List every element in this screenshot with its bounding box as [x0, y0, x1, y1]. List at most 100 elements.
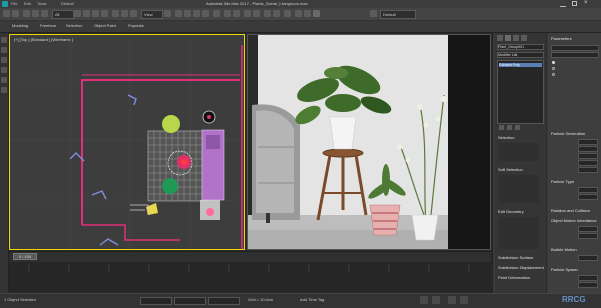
rollout-particle-generation[interactable]: Particle Generation: [551, 131, 585, 136]
menu-edit[interactable]: Edit: [24, 1, 31, 6]
show-end-result-icon[interactable]: [507, 125, 512, 130]
display-geometry-icon[interactable]: [1, 57, 7, 63]
redo-icon[interactable]: [12, 10, 19, 17]
tab-freeform[interactable]: Freeform: [40, 23, 56, 28]
rollout-particle-type[interactable]: Particle Type: [551, 179, 574, 184]
menu-workspace[interactable]: Default: [61, 1, 74, 6]
add-time-tag-button[interactable]: Add Time Tag: [300, 297, 324, 302]
remove-modifier-icon[interactable]: [515, 125, 520, 130]
camera-render-view[interactable]: [248, 35, 491, 250]
rollout-soft-selection[interactable]: Soft Selection: [498, 167, 523, 172]
percent-snap-icon[interactable]: [193, 10, 200, 17]
rollout-object-motion-inheritance[interactable]: Object Motion Inheritance: [551, 218, 597, 223]
next-frame-icon[interactable]: [460, 296, 468, 304]
top-viewport[interactable]: [+] [Top ] [Standard ] [Wireframe ]: [9, 34, 245, 250]
render-production-icon[interactable]: [313, 10, 320, 17]
tab-populate[interactable]: Populate: [128, 23, 144, 28]
auto-key-icon[interactable]: [420, 296, 428, 304]
display-cameras-icon[interactable]: [1, 77, 7, 83]
tab-modeling[interactable]: Modeling: [12, 23, 28, 28]
tab-object-paint[interactable]: Object Paint: [94, 23, 116, 28]
top-view-drawing[interactable]: [10, 35, 245, 250]
modifier-list-dropdown[interactable]: Modifier List: [497, 52, 544, 58]
window-crossing-icon[interactable]: [101, 10, 108, 17]
menu-file[interactable]: File: [11, 1, 17, 6]
material-editor-icon[interactable]: [284, 10, 291, 17]
set-key-icon[interactable]: [432, 296, 440, 304]
param-field-2[interactable]: [551, 52, 599, 58]
snap-toggle-icon[interactable]: [175, 10, 182, 17]
curve-editor-icon[interactable]: [264, 10, 271, 17]
camera-viewport[interactable]: [+] [Camera001 ] [Standard ] [Default Sh…: [247, 34, 491, 250]
tab-selection[interactable]: Selection: [66, 23, 82, 28]
select-scale-icon[interactable]: [130, 10, 137, 17]
coordinate-x-field[interactable]: [140, 297, 172, 305]
close-icon[interactable]: ×: [584, 0, 588, 6]
coordinate-y-field[interactable]: [174, 297, 206, 305]
time-slider-thumb[interactable]: 0 / 100: [13, 253, 37, 260]
play-icon[interactable]: [448, 296, 456, 304]
select-by-name-icon[interactable]: [83, 10, 90, 17]
bind-space-warp-icon[interactable]: [41, 10, 48, 17]
select-move-icon[interactable]: [112, 10, 119, 17]
workspace-icon[interactable]: [370, 10, 377, 17]
spinner-field-9[interactable]: [578, 233, 598, 239]
spinner-field-2[interactable]: [578, 146, 598, 152]
minimize-icon[interactable]: [560, 1, 566, 7]
scene-explorer-icon[interactable]: [244, 10, 251, 17]
spinner-snap-icon[interactable]: [202, 10, 209, 17]
spinner-field-4[interactable]: [578, 160, 598, 166]
radio-option-2[interactable]: [552, 67, 555, 70]
spinner-field-3[interactable]: [578, 153, 598, 159]
select-rotate-icon[interactable]: [121, 10, 128, 17]
mirror-icon[interactable]: [224, 10, 231, 17]
rollout-selection[interactable]: Selection: [498, 135, 514, 140]
unlink-icon[interactable]: [32, 10, 39, 17]
modifier-stack-item[interactable]: Editable Poly: [499, 63, 542, 67]
align-icon[interactable]: [233, 10, 240, 17]
motion-tab-icon[interactable]: [521, 35, 527, 41]
radio-option-1[interactable]: [552, 61, 555, 64]
spinner-field-7[interactable]: [578, 194, 598, 200]
layer-explorer-icon[interactable]: [253, 10, 260, 17]
spinner-field-5[interactable]: [578, 167, 598, 173]
scene-explorer-toggle-icon[interactable]: [1, 37, 7, 43]
rollout-particle-spawn[interactable]: Particle Spawn: [551, 267, 578, 272]
maximize-icon[interactable]: [572, 1, 577, 6]
rollout-paint-deformation[interactable]: Paint Deformation: [498, 275, 530, 280]
reference-coordinate-dropdown[interactable]: View: [141, 10, 163, 19]
spinner-field-12[interactable]: [578, 282, 598, 288]
display-helpers-icon[interactable]: [1, 87, 7, 93]
rollout-subdivision-surface[interactable]: Subdivision Surface: [498, 255, 533, 260]
rendered-frame-window-icon[interactable]: [304, 10, 311, 17]
radio-option-3[interactable]: [552, 73, 555, 76]
select-object-icon[interactable]: [74, 10, 81, 17]
schematic-view-icon[interactable]: [273, 10, 280, 17]
object-name-field[interactable]: Plant_Group001: [497, 44, 544, 50]
modifier-stack-list[interactable]: Editable Poly: [497, 60, 544, 124]
spinner-field-8[interactable]: [578, 226, 598, 232]
param-field-1[interactable]: [551, 45, 599, 51]
rectangular-selection-icon[interactable]: [92, 10, 99, 17]
selection-filter-dropdown[interactable]: All: [52, 10, 74, 19]
display-lights-icon[interactable]: [1, 67, 7, 73]
pivot-center-icon[interactable]: [164, 10, 171, 17]
angle-snap-icon[interactable]: [184, 10, 191, 17]
pin-stack-icon[interactable]: [499, 125, 504, 130]
track-bar[interactable]: [9, 262, 491, 292]
menu-tools[interactable]: Tools: [37, 1, 46, 6]
rollout-edit-geometry[interactable]: Edit Geometry: [498, 209, 524, 214]
app-logo-icon[interactable]: [2, 1, 8, 7]
rollout-subdivision-displacement[interactable]: Subdivision Displacement: [498, 265, 544, 270]
render-setup-icon[interactable]: [295, 10, 302, 17]
hierarchy-tab-icon[interactable]: [513, 35, 519, 41]
undo-icon[interactable]: [3, 10, 10, 17]
coordinate-z-field[interactable]: [208, 297, 240, 305]
spinner-field-1[interactable]: [578, 139, 598, 145]
rollout-rotation-collision[interactable]: Rotation and Collision: [551, 208, 590, 213]
rollout-bubble-motion[interactable]: Bubble Motion: [551, 247, 577, 252]
time-slider[interactable]: 0 / 100: [9, 251, 491, 262]
sort-by-type-icon[interactable]: [1, 47, 7, 53]
spinner-field-6[interactable]: [578, 187, 598, 193]
workspace-dropdown[interactable]: Default: [380, 10, 416, 19]
